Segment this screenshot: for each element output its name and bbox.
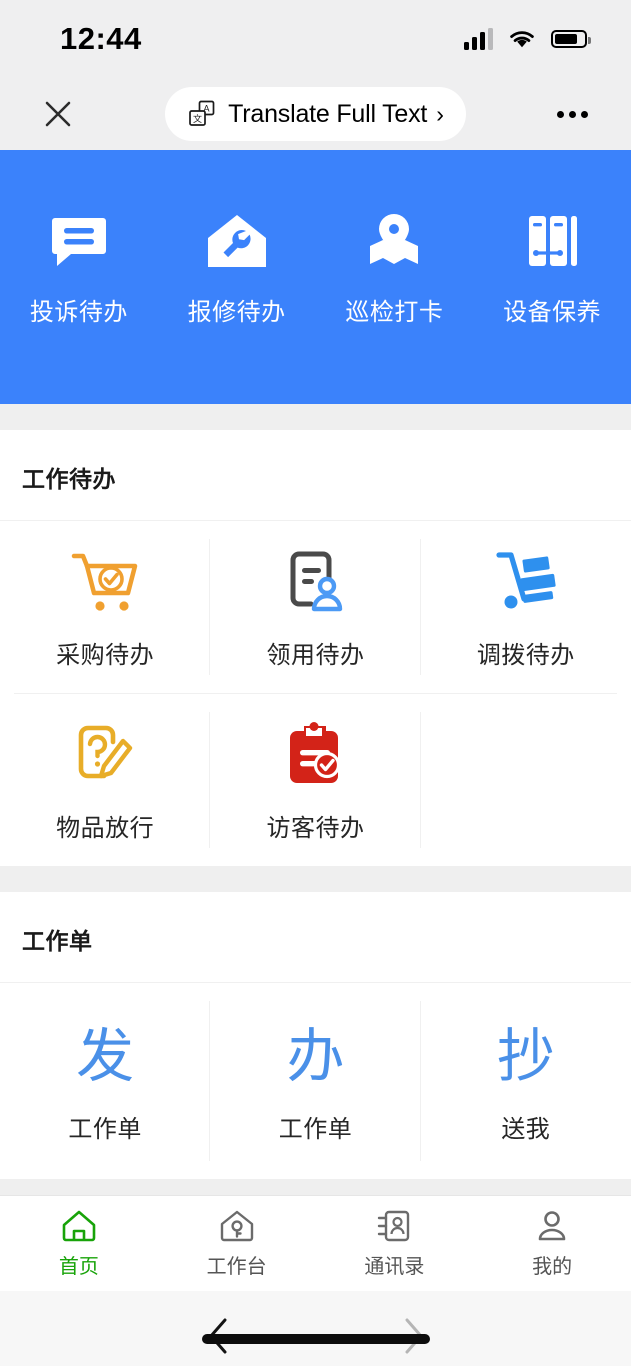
work-todo-title: 工作待办 — [22, 466, 116, 492]
status-bar: 12:44 — [0, 0, 631, 78]
work-todo-section: 工作待办 采购待办 领用待办 调拨待办 物品放行 访客待办 — [0, 430, 631, 866]
nav-arrow-group — [0, 1291, 631, 1363]
work-todo-item-label: 调拨待办 — [476, 641, 575, 669]
work-todo-item-purchase[interactable]: 采购待办 — [0, 521, 211, 693]
work-todo-item-label: 领用待办 — [266, 641, 365, 669]
clipboard-check-icon — [282, 718, 348, 792]
document-question-pencil-icon — [71, 718, 139, 792]
work-todo-item-visitor[interactable]: 访客待办 — [210, 694, 421, 866]
browser-nav-bar — [0, 1291, 631, 1366]
banner-item-repair[interactable]: 报修待办 — [158, 210, 316, 327]
work-todo-grid-row2: 物品放行 访客待办 — [0, 694, 631, 866]
banner-item-label: 报修待办 — [187, 299, 286, 326]
workbench-icon — [220, 1210, 253, 1241]
wifi-icon — [510, 31, 534, 48]
translate-full-text-button[interactable]: A 文 Translate Full Text › — [165, 87, 466, 141]
dot — [581, 110, 589, 118]
dot — [569, 110, 577, 118]
banner-item-label: 设备保养 — [503, 299, 602, 326]
work-order-glyph: 发 — [76, 1021, 135, 1090]
hand-truck-icon — [491, 545, 561, 619]
work-todo-grid: 采购待办 领用待办 调拨待办 — [0, 521, 631, 693]
banner-item-complaint[interactable]: 投诉待办 — [0, 210, 158, 327]
home-indicator — [201, 1334, 430, 1344]
house-wrench-icon — [206, 210, 268, 272]
banner-item-maintenance[interactable]: 设备保养 — [473, 210, 631, 327]
browser-chrome: A 文 Translate Full Text › — [0, 78, 631, 150]
work-order-item-label: 工作单 — [68, 1115, 142, 1143]
work-todo-item-transfer[interactable]: 调拨待办 — [421, 521, 631, 693]
translate-label: Translate Full Text — [228, 99, 428, 128]
more-options-button[interactable] — [549, 90, 597, 138]
work-todo-item-requisition[interactable]: 领用待办 — [210, 521, 421, 693]
translate-icon: A 文 — [189, 100, 215, 126]
tab-workbench[interactable]: 工作台 — [158, 1196, 316, 1291]
speech-bubble-icon — [49, 210, 109, 272]
section-gap — [0, 404, 631, 430]
phone-screen: 12:44 A 文 Translate Full Text › 投诉待办 报修待… — [0, 0, 631, 1366]
work-order-section: 工作单 发 工作单 办 工作单 抄 送我 — [0, 892, 631, 1179]
work-order-item-label: 送我 — [501, 1115, 551, 1143]
tab-label: 通讯录 — [364, 1255, 425, 1278]
cellular-signal-icon — [464, 28, 493, 50]
tab-label: 首页 — [58, 1255, 99, 1278]
close-button[interactable] — [34, 90, 82, 138]
work-todo-item-release[interactable]: 物品放行 — [0, 694, 211, 866]
work-order-glyph: 办 — [286, 1021, 345, 1090]
svg-text:文: 文 — [193, 113, 202, 125]
work-order-grid: 发 工作单 办 工作单 抄 送我 — [0, 983, 631, 1179]
battery-icon — [551, 30, 591, 48]
section-gap — [0, 1179, 631, 1195]
work-order-item-handle[interactable]: 办 工作单 — [210, 983, 421, 1179]
tab-contacts[interactable]: 通讯录 — [316, 1196, 474, 1291]
tab-home[interactable]: 首页 — [0, 1196, 158, 1291]
work-order-item-label: 工作单 — [278, 1115, 353, 1143]
work-order-title: 工作单 — [22, 928, 93, 954]
map-pin-icon — [364, 210, 424, 272]
banner-item-label: 投诉待办 — [29, 299, 128, 326]
chevron-right-icon: › — [436, 100, 444, 127]
quick-actions-banner: 投诉待办 报修待办 巡检打卡 设备保养 — [0, 150, 631, 404]
work-todo-item-label: 访客待办 — [266, 814, 365, 842]
section-gap — [0, 866, 631, 892]
work-order-glyph: 抄 — [496, 1021, 555, 1090]
tab-label: 工作台 — [206, 1255, 267, 1278]
shopping-cart-check-icon — [70, 545, 140, 619]
work-todo-empty-cell — [421, 694, 631, 866]
banner-item-label: 巡检打卡 — [345, 299, 444, 326]
work-order-item-cc[interactable]: 抄 送我 — [421, 983, 631, 1179]
banner-item-inspection[interactable]: 巡检打卡 — [316, 210, 474, 327]
status-clock: 12:44 — [60, 21, 142, 56]
bottom-tab-bar: 首页 工作台 通讯录 我的 — [0, 1195, 631, 1291]
work-todo-item-label: 物品放行 — [56, 814, 155, 842]
tab-label: 我的 — [532, 1255, 573, 1278]
binders-icon — [523, 210, 581, 272]
document-person-icon — [281, 545, 349, 619]
status-indicators — [464, 28, 591, 50]
close-icon — [45, 101, 71, 127]
home-icon — [62, 1210, 96, 1241]
tab-mine[interactable]: 我的 — [473, 1196, 631, 1291]
dot — [557, 110, 565, 118]
work-order-item-issued[interactable]: 发 工作单 — [0, 983, 211, 1179]
contacts-icon — [378, 1210, 410, 1241]
work-todo-item-label: 采购待办 — [56, 641, 155, 669]
person-icon — [538, 1210, 566, 1240]
